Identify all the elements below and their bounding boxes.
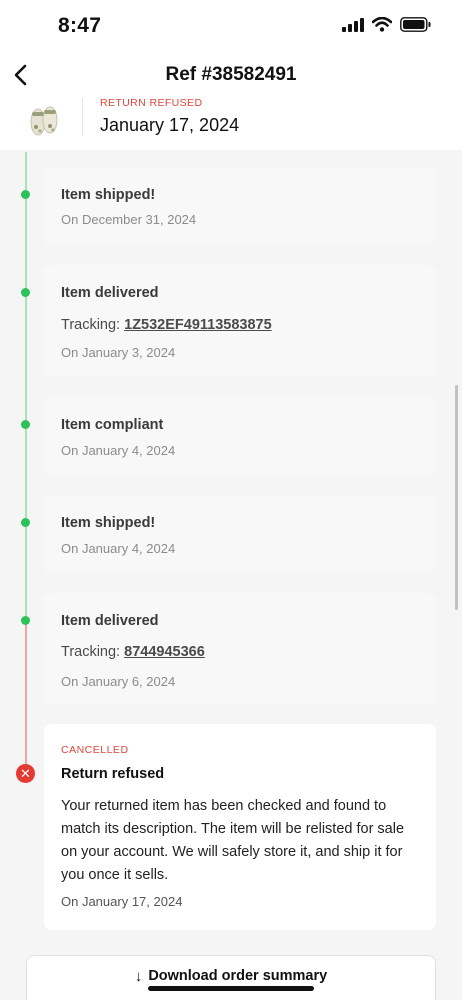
battery-icon (400, 17, 431, 32)
status-icons (342, 17, 432, 32)
status-bar: 8:47 (0, 0, 462, 52)
order-status-label: RETURN REFUSED (100, 97, 203, 109)
tracking-row: Tracking: 1Z532EF49113583875 (61, 317, 272, 333)
timeline-card-date: On December 31, 2024 (61, 212, 197, 227)
return-refused-date: On January 17, 2024 (61, 894, 183, 909)
tracking-row: Tracking: 8744945366 (61, 644, 205, 660)
timeline-card-title: Item compliant (61, 417, 164, 433)
timeline-card-date: On January 4, 2024 (61, 443, 176, 458)
home-indicator[interactable] (148, 986, 314, 991)
return-refused-description: Your returned item has been checked and … (61, 798, 405, 883)
tracking-number-link[interactable]: 1Z532EF49113583875 (124, 317, 272, 333)
download-order-summary-button[interactable]: ↓ Download order summary (26, 955, 436, 1000)
return-refused-title: Return refused (61, 766, 165, 782)
timeline-line-red (25, 620, 27, 766)
timeline-card-title: Item shipped! (61, 515, 156, 531)
cancel-x-icon: ✕ (16, 764, 35, 783)
timeline-card: Item shipped! On January 4, 2024 (44, 495, 436, 573)
order-header: Ref #38582491 RETURN REFUSED January 17,… (0, 52, 462, 150)
download-button-label: Download order summary (148, 968, 328, 984)
timeline-dot (21, 190, 30, 199)
timeline-card-date: On January 3, 2024 (61, 345, 176, 360)
timeline-dot (21, 616, 30, 625)
order-date: January 17, 2024 (100, 115, 240, 135)
page-title: Ref #38582491 (165, 64, 297, 85)
timeline-line-green (25, 152, 27, 616)
thumbnail-divider (82, 98, 83, 136)
sandals-image (30, 106, 58, 136)
signal-icon (342, 17, 364, 32)
tracking-label: Tracking: (61, 317, 125, 333)
return-refused-card: CANCELLED Return refused Your returned i… (44, 724, 436, 930)
timeline-card-date: On January 4, 2024 (61, 541, 176, 556)
tracking-number-link[interactable]: 8744945366 (124, 644, 205, 660)
scrollbar[interactable] (455, 385, 458, 610)
download-arrow-icon: ↓ (134, 968, 143, 985)
cancelled-label: CANCELLED (61, 744, 129, 756)
timeline-card: Item delivered Tracking: 1Z532EF49113583… (44, 265, 436, 377)
timeline-card: Item shipped! On December 31, 2024 (44, 167, 436, 245)
wifi-icon (372, 17, 392, 32)
timeline-card-title: Item delivered (61, 613, 159, 629)
timeline-dot (21, 420, 30, 429)
timeline-card: Item delivered Tracking: 8744945366 On J… (44, 593, 436, 705)
timeline-card: Item compliant On January 4, 2024 (44, 397, 436, 475)
timeline-dot (21, 518, 30, 527)
tracking-label: Tracking: (61, 644, 125, 660)
timeline-card-title: Item shipped! (61, 187, 156, 203)
product-thumbnail[interactable] (26, 98, 64, 138)
timeline-card-date: On January 6, 2024 (61, 674, 176, 689)
timeline-card-title: Item delivered (61, 285, 159, 301)
timeline-dot (21, 288, 30, 297)
status-time: 8:47 (58, 14, 102, 37)
